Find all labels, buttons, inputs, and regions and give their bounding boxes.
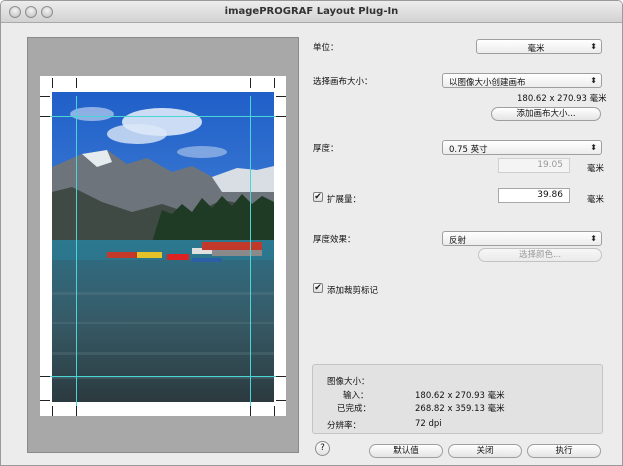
guide-line bbox=[40, 376, 286, 377]
image-size-title: 图像大小： bbox=[327, 377, 370, 387]
crop-mark bbox=[276, 376, 286, 377]
thickness-effect-label: 厚度效果： bbox=[313, 235, 356, 245]
crop-mark bbox=[276, 96, 286, 97]
crop-mark bbox=[76, 78, 77, 88]
crop-mark bbox=[274, 406, 275, 416]
crop-mark bbox=[40, 116, 50, 117]
crop-mark bbox=[40, 400, 50, 401]
crop-marks-label: 添加裁剪标记 bbox=[327, 286, 379, 296]
canvas-dimensions: 180.62 x 270.93 毫米 bbox=[517, 94, 607, 104]
extension-label: 扩展量： bbox=[327, 195, 362, 205]
input-size-label: 输入： bbox=[343, 391, 369, 401]
thickness-mm-field: 19.05 bbox=[498, 158, 570, 173]
thickness-unit-label: 毫米 bbox=[587, 164, 605, 174]
crop-mark bbox=[40, 96, 50, 97]
input-size-value: 180.62 x 270.93 毫米 bbox=[415, 391, 505, 401]
crop-mark bbox=[276, 400, 286, 401]
done-size-value: 268.82 x 359.13 毫米 bbox=[415, 404, 505, 414]
resolution-label: 分辨率： bbox=[327, 421, 362, 431]
help-button[interactable]: ? bbox=[315, 441, 330, 456]
crop-mark bbox=[52, 406, 53, 416]
crop-mark bbox=[40, 376, 50, 377]
thickness-select-value: 0.75 英寸 bbox=[449, 145, 488, 155]
updown-arrows-icon: ⬍ bbox=[590, 234, 597, 243]
preview-image bbox=[52, 92, 274, 402]
image-info-box: 图像大小： 输入： 180.62 x 270.93 毫米 已完成： 268.82… bbox=[312, 364, 603, 434]
guide-line bbox=[76, 96, 77, 412]
select-color-button: 选择颜色... bbox=[478, 248, 602, 262]
unit-select[interactable]: 毫米 ⬍ bbox=[476, 39, 602, 54]
run-button[interactable]: 执行 bbox=[527, 444, 601, 458]
crop-mark bbox=[250, 78, 251, 88]
extension-checkbox[interactable]: ✔ bbox=[313, 192, 323, 202]
guide-line bbox=[40, 116, 286, 117]
crop-mark bbox=[250, 406, 251, 416]
title-bar: imagePROGRAF Layout Plug-In bbox=[1, 1, 622, 23]
crop-mark bbox=[274, 78, 275, 88]
crop-mark bbox=[76, 406, 77, 416]
crop-mark bbox=[276, 116, 286, 117]
updown-arrows-icon: ⬍ bbox=[590, 143, 597, 152]
crop-marks-checkbox[interactable]: ✔ bbox=[313, 283, 323, 293]
done-size-label: 已完成： bbox=[337, 404, 372, 414]
thickness-label: 厚度： bbox=[313, 144, 339, 154]
thickness-effect-select[interactable]: 反射 ⬍ bbox=[442, 231, 602, 246]
thickness-effect-select-value: 反射 bbox=[449, 236, 467, 246]
plugin-window: imagePROGRAF Layout Plug-In 单位： 毫米 ⬍ 选择画… bbox=[0, 0, 623, 466]
canvas-size-label: 选择画布大小： bbox=[313, 77, 373, 87]
updown-arrows-icon: ⬍ bbox=[590, 76, 597, 85]
window-title: imagePROGRAF Layout Plug-In bbox=[224, 6, 399, 17]
close-button[interactable]: 关闭 bbox=[448, 444, 522, 458]
updown-arrows-icon: ⬍ bbox=[590, 42, 597, 51]
canvas-size-select[interactable]: 以图像大小创建画布 ⬍ bbox=[442, 73, 602, 88]
unit-select-value: 毫米 bbox=[527, 44, 545, 54]
default-button[interactable]: 默认值 bbox=[369, 444, 443, 458]
preview-pane bbox=[27, 37, 299, 453]
unit-label: 单位： bbox=[313, 43, 339, 53]
add-canvas-size-button[interactable]: 添加画布大小... bbox=[491, 107, 601, 121]
extension-unit-label: 毫米 bbox=[587, 195, 605, 205]
canvas-size-select-value: 以图像大小创建画布 bbox=[449, 78, 526, 88]
crop-mark bbox=[52, 78, 53, 88]
thickness-select[interactable]: 0.75 英寸 ⬍ bbox=[442, 140, 602, 155]
resolution-value: 72 dpi bbox=[415, 419, 442, 429]
guide-line bbox=[250, 96, 251, 412]
extension-input[interactable]: 39.86 bbox=[498, 188, 570, 203]
